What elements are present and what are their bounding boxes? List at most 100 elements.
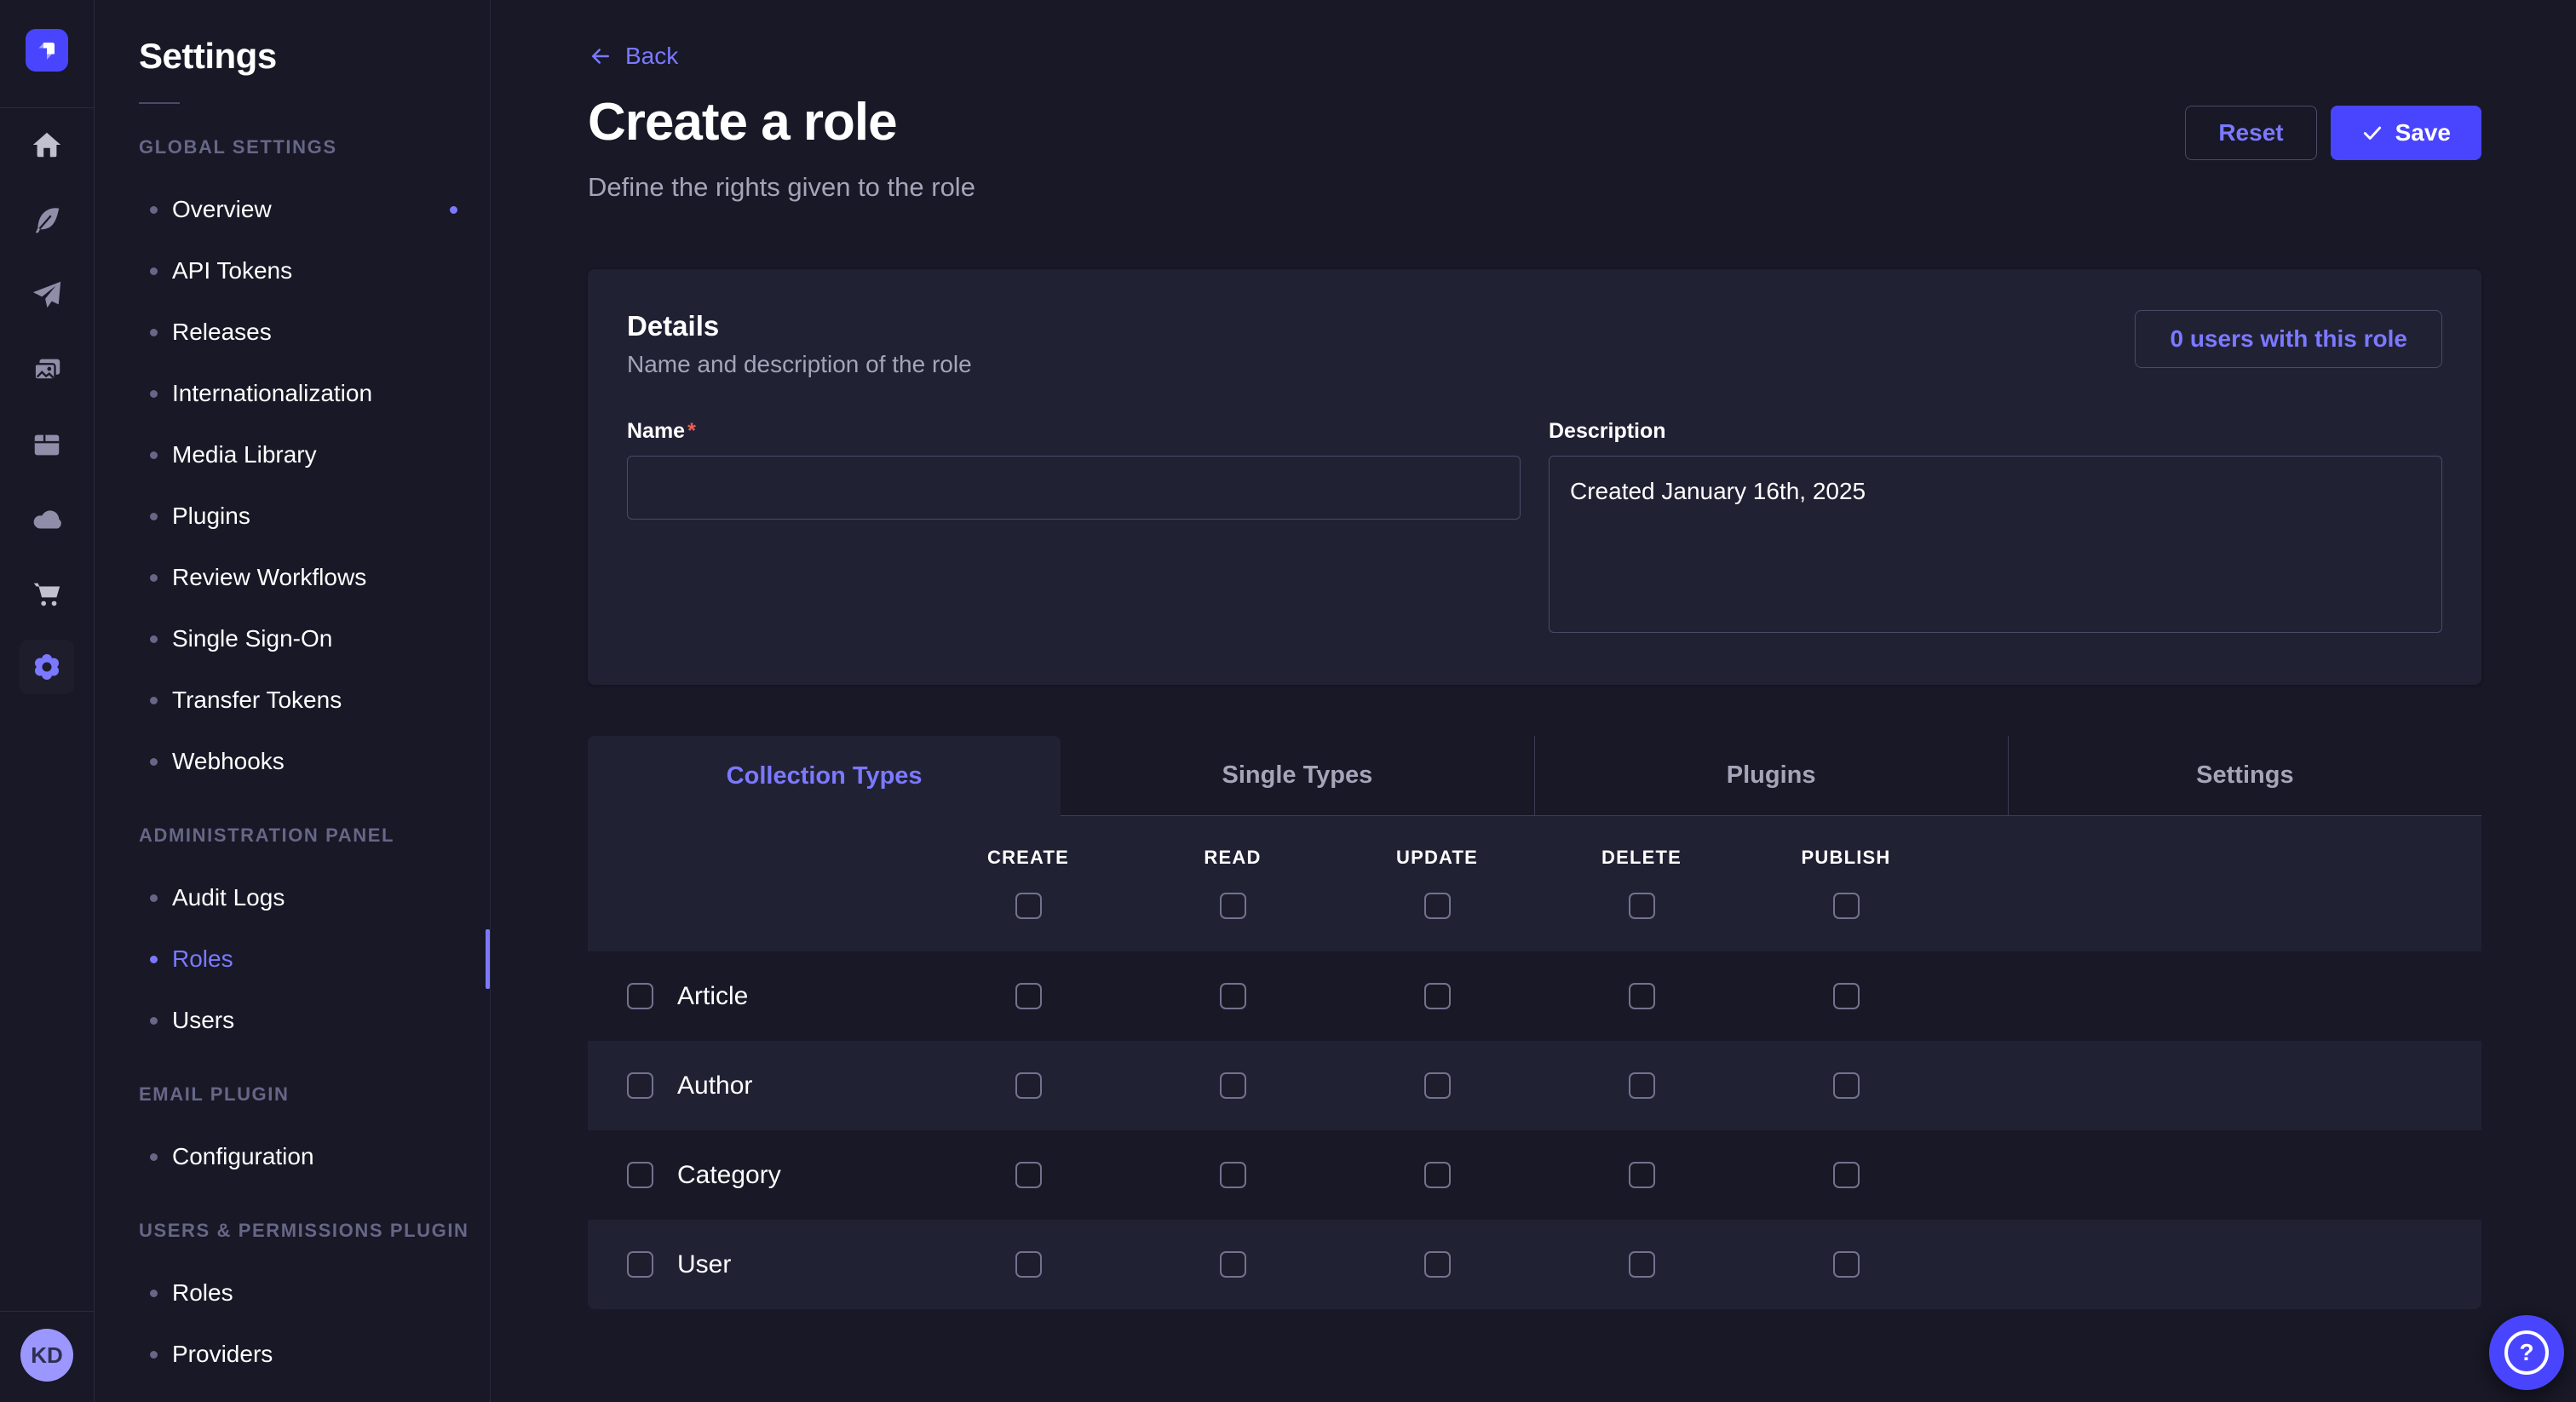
checkbox-category-read[interactable] bbox=[1220, 1162, 1246, 1188]
section-users-permissions-plugin: USERS & PERMISSIONS PLUGIN Roles Provide… bbox=[139, 1220, 490, 1385]
checkbox-category-delete[interactable] bbox=[1629, 1162, 1655, 1188]
checkbox-article-publish[interactable] bbox=[1833, 983, 1860, 1009]
table-row-user: User bbox=[588, 1220, 2481, 1309]
home-icon[interactable] bbox=[29, 127, 65, 163]
checkbox-user-delete[interactable] bbox=[1629, 1251, 1655, 1278]
checkbox-user-create[interactable] bbox=[1015, 1251, 1042, 1278]
check-icon bbox=[2361, 122, 2383, 144]
row-label: Category bbox=[677, 1161, 781, 1190]
bullet-icon bbox=[150, 513, 158, 520]
details-card: Details Name and description of the role… bbox=[588, 269, 2481, 685]
checkbox-article-delete[interactable] bbox=[1629, 983, 1655, 1009]
checkbox-author-update[interactable] bbox=[1424, 1072, 1451, 1099]
sidebar-item-roles-up[interactable]: Roles bbox=[139, 1262, 490, 1324]
checkbox-author-publish[interactable] bbox=[1833, 1072, 1860, 1099]
permissions-tabs: Collection Types Single Types Plugins Se… bbox=[588, 736, 2481, 816]
strapi-logo-icon bbox=[35, 38, 59, 62]
feather-icon[interactable] bbox=[29, 202, 65, 238]
checkbox-category-publish[interactable] bbox=[1833, 1162, 1860, 1188]
checkbox-all-create[interactable] bbox=[1015, 893, 1042, 919]
checkbox-all-delete[interactable] bbox=[1629, 893, 1655, 919]
column-header-delete: DELETE bbox=[1601, 847, 1682, 869]
bullet-icon bbox=[150, 574, 158, 582]
checkbox-all-update[interactable] bbox=[1424, 893, 1451, 919]
name-input[interactable] bbox=[627, 456, 1521, 520]
shopping-cart-icon[interactable] bbox=[29, 577, 65, 612]
save-button[interactable]: Save bbox=[2331, 106, 2481, 160]
checkbox-article-update[interactable] bbox=[1424, 983, 1451, 1009]
sidebar-item-configuration[interactable]: Configuration bbox=[139, 1126, 490, 1187]
checkbox-article-read[interactable] bbox=[1220, 983, 1246, 1009]
sidebar-title-rule bbox=[139, 102, 180, 104]
checkbox-row-article[interactable] bbox=[627, 983, 653, 1009]
bullet-icon bbox=[150, 956, 158, 963]
row-label: Author bbox=[677, 1072, 752, 1100]
permissions-panel: CREATE READ UPDATE DELETE PUBLISH bbox=[588, 816, 2481, 1309]
sidebar-item-webhooks[interactable]: Webhooks bbox=[139, 731, 490, 792]
question-mark-icon: ? bbox=[2504, 1330, 2549, 1375]
header-actions: Reset Save bbox=[2185, 106, 2481, 160]
paper-plane-icon[interactable] bbox=[29, 277, 65, 313]
back-link[interactable]: Back bbox=[588, 43, 678, 70]
media-gallery-icon[interactable] bbox=[29, 352, 65, 388]
layout-icon[interactable] bbox=[29, 427, 65, 463]
rail-footer: KD bbox=[0, 1311, 94, 1402]
checkbox-author-create[interactable] bbox=[1015, 1072, 1042, 1099]
checkbox-user-publish[interactable] bbox=[1833, 1251, 1860, 1278]
checkbox-row-author[interactable] bbox=[627, 1072, 653, 1099]
checkbox-row-category[interactable] bbox=[627, 1162, 653, 1188]
bullet-icon bbox=[150, 390, 158, 398]
section-email-plugin: EMAIL PLUGIN Configuration bbox=[139, 1083, 490, 1187]
rail-divider bbox=[0, 107, 94, 108]
help-button[interactable]: ? bbox=[2489, 1315, 2564, 1390]
bullet-icon bbox=[150, 894, 158, 902]
tab-single-types[interactable]: Single Types bbox=[1061, 736, 1533, 816]
checkbox-all-read[interactable] bbox=[1220, 893, 1246, 919]
checkbox-author-read[interactable] bbox=[1220, 1072, 1246, 1099]
column-header-read: READ bbox=[1204, 847, 1261, 869]
column-header-update: UPDATE bbox=[1396, 847, 1478, 869]
sidebar-item-single-sign-on[interactable]: Single Sign-On bbox=[139, 608, 490, 669]
user-avatar[interactable]: KD bbox=[20, 1329, 73, 1382]
settings-sidebar: Settings GLOBAL SETTINGS Overview API To… bbox=[95, 0, 491, 1402]
checkbox-row-user[interactable] bbox=[627, 1251, 653, 1278]
settings-gear-tile[interactable] bbox=[20, 640, 74, 694]
checkbox-all-publish[interactable] bbox=[1833, 893, 1860, 919]
checkbox-category-update[interactable] bbox=[1424, 1162, 1451, 1188]
checkbox-user-read[interactable] bbox=[1220, 1251, 1246, 1278]
sidebar-item-audit-logs[interactable]: Audit Logs bbox=[139, 867, 490, 928]
cloud-icon[interactable] bbox=[29, 502, 65, 537]
sidebar-item-plugins[interactable]: Plugins bbox=[139, 486, 490, 547]
section-global-settings: GLOBAL SETTINGS Overview API Tokens Rele… bbox=[139, 136, 490, 792]
checkbox-category-create[interactable] bbox=[1015, 1162, 1042, 1188]
strapi-logo[interactable] bbox=[26, 29, 68, 72]
sidebar-item-roles-admin[interactable]: Roles bbox=[139, 928, 490, 990]
tab-collection-types[interactable]: Collection Types bbox=[588, 736, 1061, 816]
sidebar-item-releases[interactable]: Releases bbox=[139, 302, 490, 363]
sidebar-item-transfer-tokens[interactable]: Transfer Tokens bbox=[139, 669, 490, 731]
users-with-role-button[interactable]: 0 users with this role bbox=[2135, 310, 2442, 368]
active-item-indicator bbox=[486, 929, 490, 989]
table-row-category: Category bbox=[588, 1130, 2481, 1220]
table-row-article: Article bbox=[588, 951, 2481, 1041]
sidebar-item-internationalization[interactable]: Internationalization bbox=[139, 363, 490, 424]
sidebar-item-providers[interactable]: Providers bbox=[139, 1324, 490, 1385]
section-label: USERS & PERMISSIONS PLUGIN bbox=[139, 1220, 490, 1242]
reset-button[interactable]: Reset bbox=[2185, 106, 2316, 160]
section-label: EMAIL PLUGIN bbox=[139, 1083, 490, 1106]
name-field-group: Name* bbox=[627, 419, 1521, 520]
sidebar-item-api-tokens[interactable]: API Tokens bbox=[139, 240, 490, 302]
bullet-icon bbox=[150, 329, 158, 336]
checkbox-author-delete[interactable] bbox=[1629, 1072, 1655, 1099]
notification-dot-icon bbox=[450, 206, 457, 214]
sidebar-item-overview[interactable]: Overview bbox=[139, 179, 490, 240]
bullet-icon bbox=[150, 697, 158, 704]
checkbox-article-create[interactable] bbox=[1015, 983, 1042, 1009]
tab-settings[interactable]: Settings bbox=[2008, 736, 2481, 816]
sidebar-item-users[interactable]: Users bbox=[139, 990, 490, 1051]
sidebar-item-media-library[interactable]: Media Library bbox=[139, 424, 490, 486]
description-textarea[interactable]: Created January 16th, 2025 bbox=[1549, 456, 2442, 633]
tab-plugins[interactable]: Plugins bbox=[1534, 736, 2008, 816]
sidebar-item-review-workflows[interactable]: Review Workflows bbox=[139, 547, 490, 608]
checkbox-user-update[interactable] bbox=[1424, 1251, 1451, 1278]
